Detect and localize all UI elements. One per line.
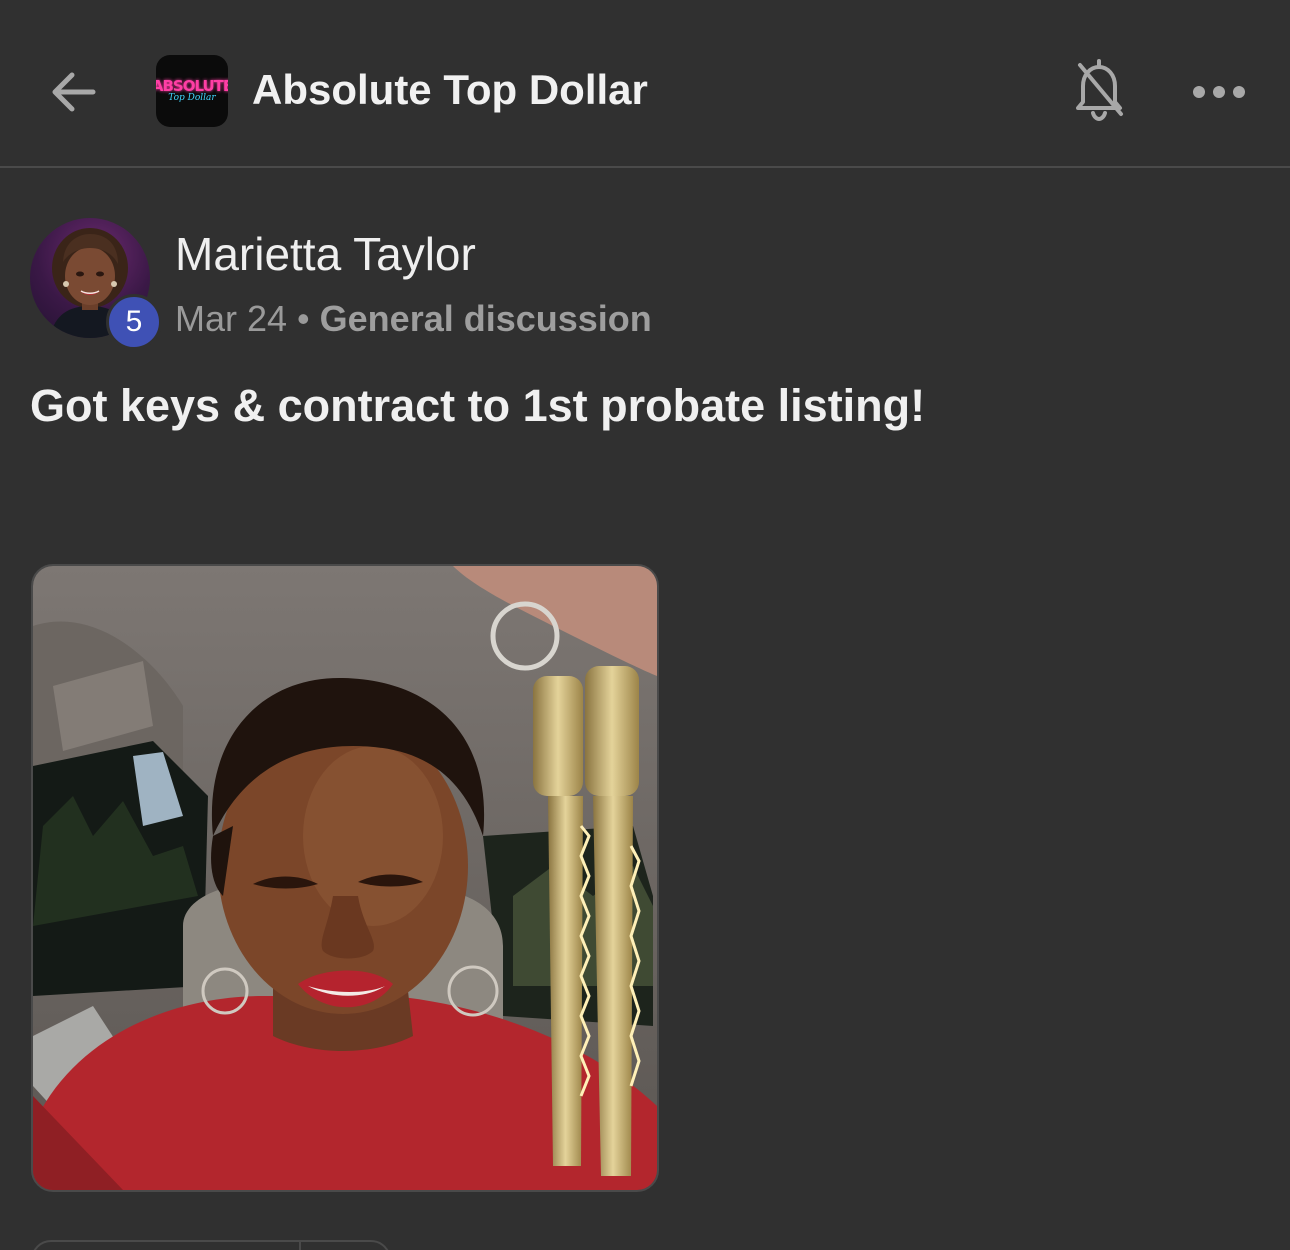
post-meta: Mar 24 • General discussion: [175, 296, 652, 342]
more-options-button[interactable]: [1186, 62, 1252, 122]
app-window: ABSOLUTE Top Dollar Absolute Top Dollar: [0, 0, 1290, 1250]
post-category-link[interactable]: General discussion: [320, 298, 652, 339]
group-logo[interactable]: ABSOLUTE Top Dollar: [156, 55, 228, 127]
post-date: Mar 24: [175, 298, 288, 339]
post-photo-illustration: [33, 566, 657, 1190]
author-avatar-wrapper[interactable]: 5: [30, 218, 164, 352]
top-bar: ABSOLUTE Top Dollar Absolute Top Dollar: [0, 0, 1290, 168]
level-badge: 5: [106, 294, 162, 350]
notifications-toggle-button[interactable]: [1066, 56, 1132, 122]
group-name[interactable]: Absolute Top Dollar: [252, 62, 648, 118]
post-image[interactable]: [31, 564, 659, 1192]
meta-separator: •: [297, 298, 310, 339]
author-name[interactable]: Marietta Taylor: [175, 226, 476, 282]
logo-subtitle: Top Dollar: [168, 93, 216, 103]
back-button[interactable]: [40, 60, 106, 124]
bell-off-icon: [1076, 59, 1123, 122]
more-horizontal-icon: [1193, 86, 1245, 98]
reaction-bar-divider: [299, 1242, 301, 1250]
post-title: Got keys & contract to 1st probate listi…: [30, 380, 926, 431]
reaction-bar[interactable]: [31, 1240, 391, 1250]
logo-wordmark: ABSOLUTE: [156, 77, 228, 95]
arrow-left-icon: [52, 72, 96, 112]
